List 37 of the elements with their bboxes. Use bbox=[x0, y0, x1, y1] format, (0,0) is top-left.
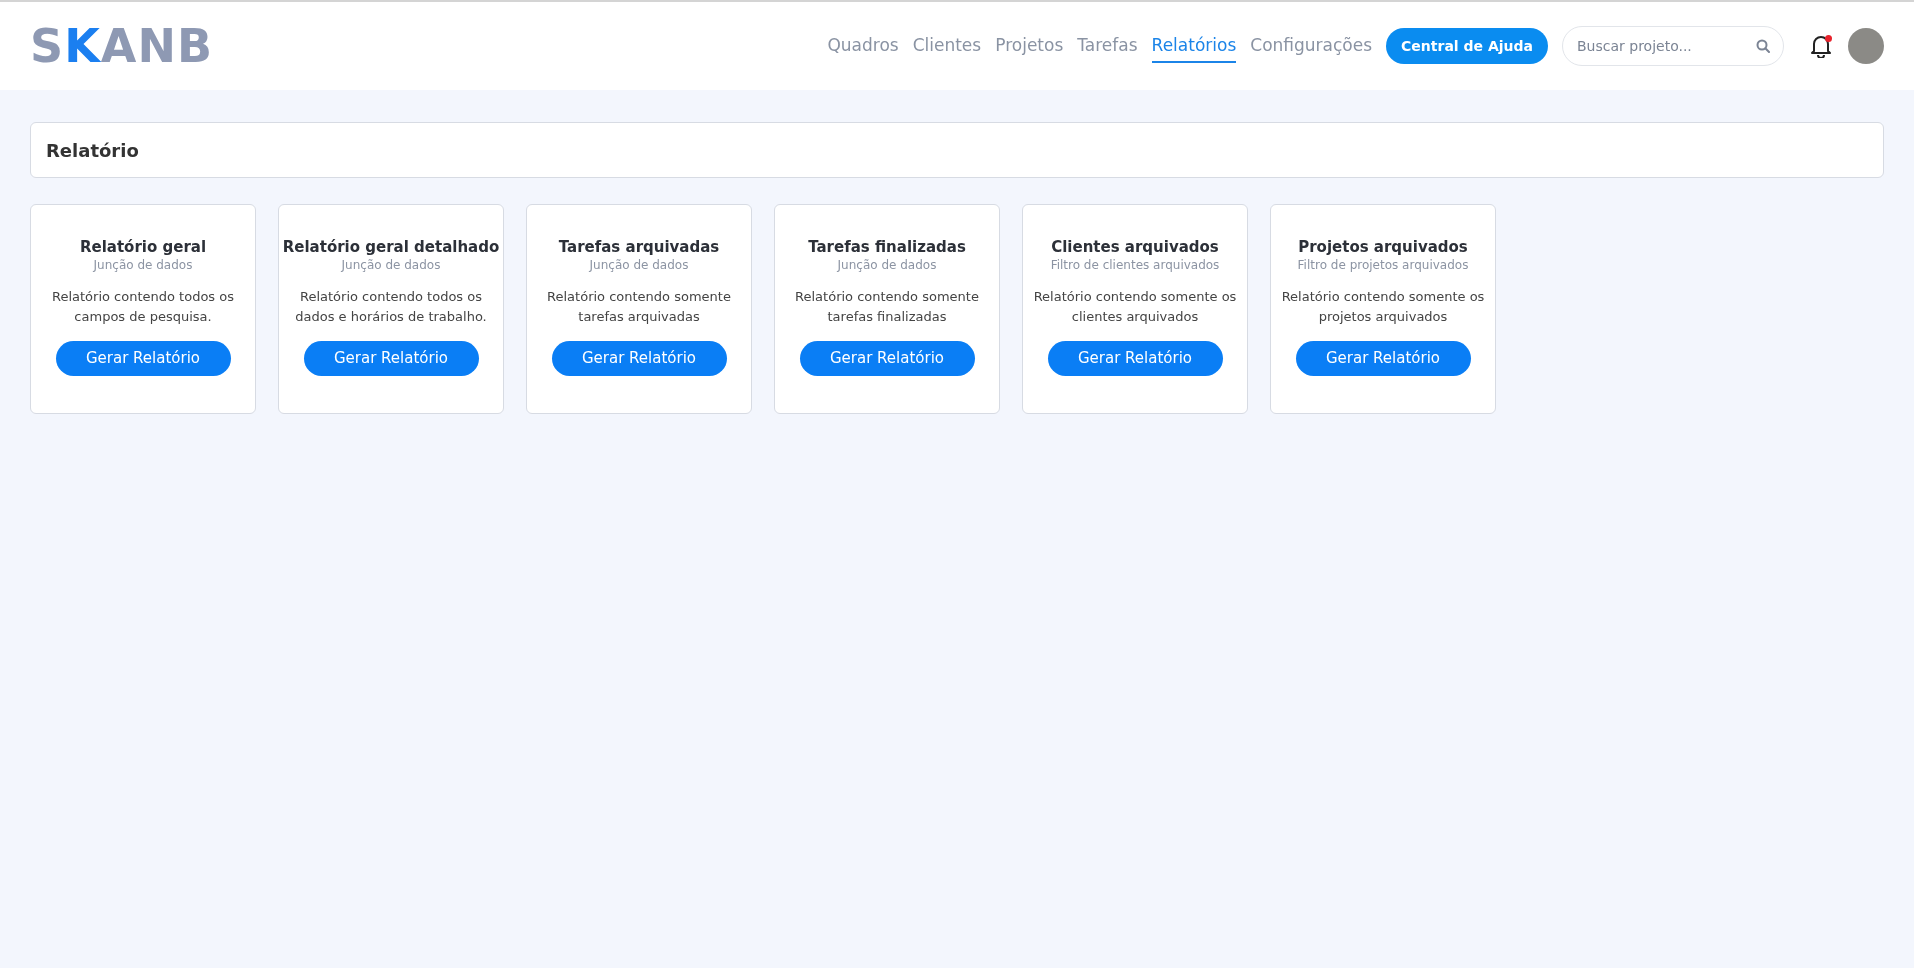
card-description: Relatório contendo somente os projetos arquivados bbox=[1280, 288, 1486, 326]
card-subtitle: Junção de dados bbox=[589, 257, 689, 273]
page-title: Relatório bbox=[46, 138, 139, 163]
generate-report-button[interactable]: Gerar Relatório bbox=[303, 341, 479, 376]
nav-link[interactable]: Configurações bbox=[1250, 29, 1373, 63]
search-field[interactable]: Buscar projeto... bbox=[1562, 26, 1784, 66]
card-description: Relatório contendo todos os campos de pesquisa. bbox=[51, 288, 235, 326]
nav-link[interactable]: Quadros bbox=[827, 29, 899, 63]
card-title: Relatório geral detalhado bbox=[282, 237, 500, 257]
nav-link[interactable]: Clientes bbox=[912, 29, 982, 63]
card-description: Relatório contendo somente tarefas finalizadas bbox=[794, 288, 980, 326]
card-title: Tarefas finalizadas bbox=[808, 237, 966, 257]
bell-icon[interactable] bbox=[1810, 34, 1832, 58]
generate-report-button[interactable]: Gerar Relatório bbox=[1047, 341, 1223, 376]
generate-report-button[interactable]: Gerar Relatório bbox=[1295, 341, 1471, 376]
nav-link[interactable]: Tarefas bbox=[1077, 29, 1138, 63]
card-title: Projetos arquivados bbox=[1298, 237, 1468, 257]
card-title: Tarefas arquivadas bbox=[558, 237, 720, 257]
card-title: Clientes arquivados bbox=[1051, 237, 1219, 257]
card-subtitle: Filtro de projetos arquivados bbox=[1297, 257, 1469, 273]
card-subtitle: Junção de dados bbox=[341, 257, 441, 273]
search-icon bbox=[1756, 39, 1770, 53]
card-subtitle: Junção de dados bbox=[837, 257, 937, 273]
logo: SKANB bbox=[30, 23, 213, 69]
help-button[interactable]: Central de Ajuda bbox=[1386, 28, 1548, 64]
nav-link[interactable]: Projetos bbox=[995, 29, 1064, 63]
card-description: Relatório contendo somente tarefas arquivadas bbox=[546, 288, 732, 326]
generate-report-button[interactable]: Gerar Relatório bbox=[799, 341, 975, 376]
card-description: Relatório contendo somente os clientes arquivados bbox=[1032, 288, 1238, 326]
card-subtitle: Junção de dados bbox=[93, 257, 193, 273]
nav-link[interactable]: Relatórios bbox=[1151, 29, 1237, 63]
generate-report-button[interactable]: Gerar Relatório bbox=[551, 341, 727, 376]
card-subtitle: Filtro de clientes arquivados bbox=[1050, 257, 1220, 273]
card-description: Relatório contendo todos os dados e horários de trabalho. bbox=[294, 288, 488, 326]
generate-report-button[interactable]: Gerar Relatório bbox=[55, 341, 231, 376]
card-title: Relatório geral bbox=[79, 237, 207, 257]
avatar[interactable] bbox=[1848, 28, 1884, 64]
